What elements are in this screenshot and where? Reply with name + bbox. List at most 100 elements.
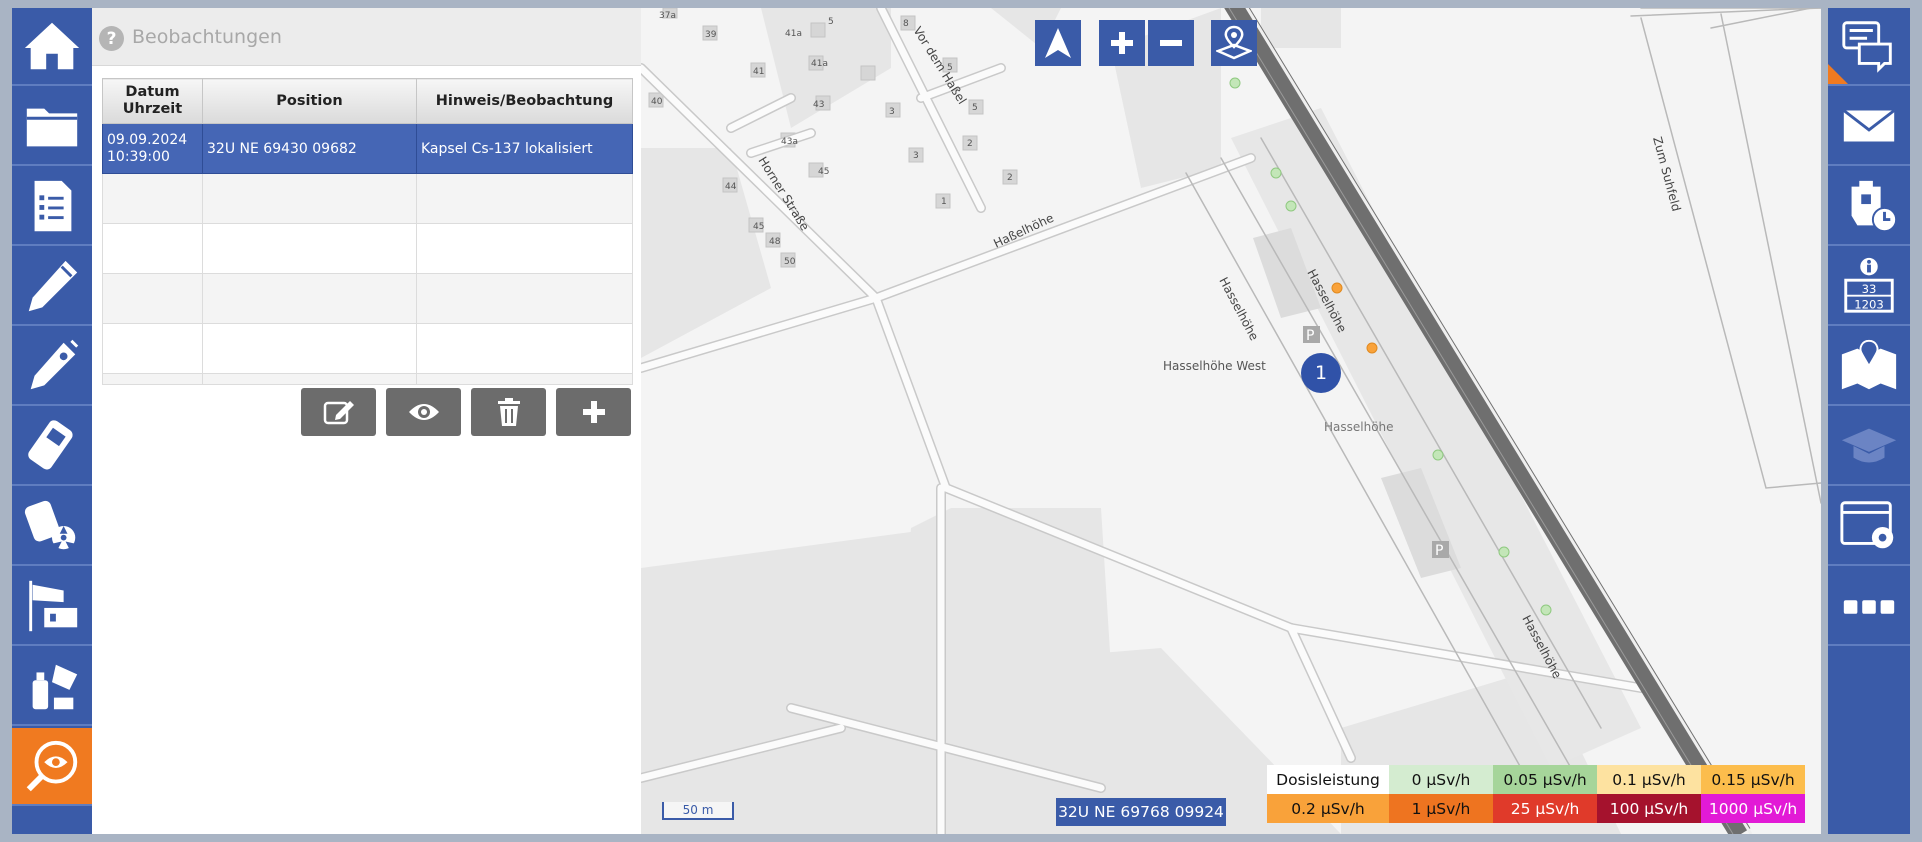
home-icon [24,22,80,70]
pen-icon [28,260,78,312]
breathing-mask-timer-icon [1851,180,1898,233]
svg-text:41: 41 [753,67,764,77]
info-number-top: 33 [1862,282,1877,296]
location-icon [1216,25,1252,60]
map-location-icon [1841,339,1897,390]
legend-entry: 0 µSv/h [1389,765,1493,794]
svg-text:37a: 37a [659,11,676,21]
zoom-out-button[interactable] [1148,20,1194,66]
row-note: Kapsel Cs-137 lokalisiert [416,123,633,174]
training-button[interactable] [1828,408,1910,486]
table-row[interactable]: 09.09.2024 10:39:00 32U NE 69430 09682 K… [102,123,633,174]
svg-text:1: 1 [941,197,947,207]
window-settings-button[interactable] [1828,488,1910,566]
info-numbers-icon: 331203 [1844,257,1894,313]
dosimeter-probe-icon [30,339,79,390]
observations-table: Datum Uhrzeit Position Hinweis/Beobachtu… [102,78,633,385]
row-position: 32U NE 69430 09682 [202,123,417,174]
zoom-in-icon [1111,32,1133,54]
location-button[interactable] [1211,20,1257,66]
observation-button[interactable] [12,728,92,806]
info-numbers-button[interactable]: 33 1203 [1828,248,1910,326]
handheld-meter-button[interactable] [12,408,92,486]
legend-entry: 0.15 µSv/h [1701,765,1805,794]
legend-entry: 1 µSv/h [1389,794,1493,823]
zoom-in-button[interactable] [1099,20,1145,66]
table-row-empty[interactable] [102,173,633,224]
table-row-empty[interactable] [102,223,633,274]
edit-icon [323,401,354,425]
mail-icon [1842,109,1896,142]
svg-text:45: 45 [753,222,764,232]
column-header-position[interactable]: Position [202,78,417,124]
observation-search-icon [26,740,78,792]
row-date: 09.09.2024 10:39:00 [102,123,203,174]
panel-header: ? Beobachtungen [92,8,641,66]
radiation-meter-button[interactable] [12,488,92,566]
info-number-bottom: 1203 [1854,297,1884,311]
svg-text:P: P [1435,543,1443,559]
svg-text:40: 40 [651,97,663,107]
observation-marker[interactable]: 1 [1301,353,1341,393]
eye-icon [408,404,439,420]
mail-button[interactable] [1828,88,1910,166]
legend-entry: 25 µSv/h [1493,794,1597,823]
right-sidebar: 33 1203 [1828,8,1910,834]
table-row-empty[interactable] [102,373,633,385]
svg-text:5: 5 [972,103,978,113]
legend-entry: 0.1 µSv/h [1597,765,1701,794]
add-button[interactable] [556,388,631,436]
svg-text:5: 5 [828,17,834,27]
scale-bar: 50 m [662,802,734,820]
table-row-empty[interactable] [102,273,633,324]
north-arrow-button[interactable] [1035,20,1081,66]
table-row-empty[interactable] [102,323,633,374]
home-button[interactable] [12,8,92,86]
map-canvas: P P Vor dem Haßel Horner Straße Haßelhöh… [641,8,1821,834]
checklist-button[interactable] [12,168,92,246]
chat-button[interactable] [1828,8,1910,86]
window-settings-icon [1840,501,1894,549]
more-button[interactable] [1828,568,1910,646]
svg-text:41a: 41a [811,59,828,69]
legend-entry: 100 µSv/h [1597,794,1701,823]
north-arrow-icon [1045,28,1071,58]
help-icon[interactable]: ? [99,26,124,51]
windsock-button[interactable] [12,568,92,646]
folder-button[interactable] [12,88,92,166]
delete-button[interactable] [471,388,546,436]
svg-text:39: 39 [705,30,717,40]
svg-text:5: 5 [947,63,953,73]
place-label-hasselhoehe: Hasselhöhe [1324,420,1394,434]
svg-text:3: 3 [913,151,919,161]
zoom-out-icon [1160,40,1182,46]
svg-text:44: 44 [725,182,737,192]
place-label-hasselhoehe-west: Hasselhöhe West [1163,359,1266,373]
column-header-date[interactable]: Datum Uhrzeit [102,78,203,124]
svg-text:P: P [1306,328,1314,344]
svg-text:3: 3 [889,107,895,117]
svg-text:8: 8 [903,19,909,29]
folder-icon [26,108,78,147]
breathing-mask-button[interactable] [1828,168,1910,246]
edit-button[interactable] [301,388,376,436]
trash-icon [497,398,520,426]
dosimeter-probe-button[interactable] [12,328,92,406]
svg-text:43: 43 [813,100,824,110]
column-header-date-label: Datum Uhrzeit [122,84,183,117]
map-view[interactable]: P P Vor dem Haßel Horner Straße Haßelhöh… [641,8,1821,834]
svg-text:2: 2 [967,139,973,149]
pen-button[interactable] [12,248,92,326]
panel-title: Beobachtungen [132,26,282,48]
observations-panel: ? Beobachtungen Datum Uhrzeit Position H… [92,8,641,834]
map-location-button[interactable] [1828,328,1910,406]
graduation-cap-icon [1841,428,1897,463]
coordinate-readout: 32U NE 69768 09924 [1056,798,1226,826]
handheld-meter-icon [28,420,73,470]
chemical-button[interactable] [12,648,92,726]
radiation-meter-icon [24,500,76,550]
street-label-hasselhoehe-a: Hasselhöhe [1216,275,1261,343]
view-button[interactable] [386,388,461,436]
column-header-note[interactable]: Hinweis/Beobachtung [416,78,633,124]
chemical-bottles-icon [32,664,78,710]
